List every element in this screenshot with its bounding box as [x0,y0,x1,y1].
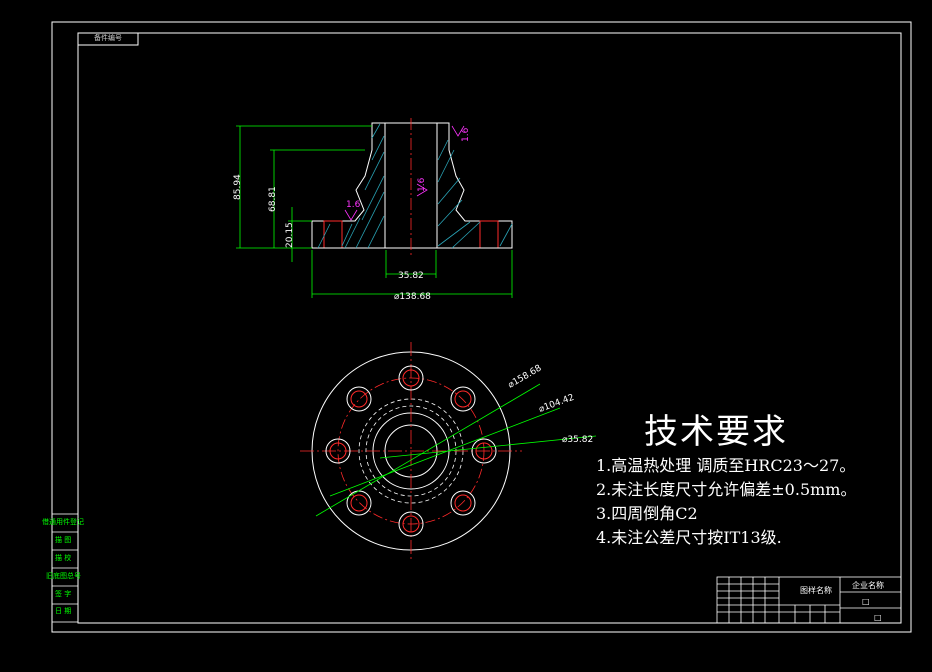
dim-bore: 35.82 [398,271,424,281]
dim-flange-dia: ⌀138.68 [394,292,431,302]
side-row-5: 签 字 [55,589,71,598]
dim-height-total: 85.94 [233,174,243,200]
cad-drawing-canvas: 85.94 68.81 20.15 35.82 ⌀138.68 1.6 1.6 … [42,21,912,633]
top-dim-mid: ⌀104.42 [538,393,576,415]
title-drawing-label: 图样名称 [800,585,832,595]
top-dim-outer: ⌀158.68 [507,363,544,390]
tech-requirement-1: 1.高温热处理 调质至HRC23～27。 [596,456,856,475]
dimension-texts: 85.94 68.81 20.15 35.82 ⌀138.68 [233,174,431,302]
top-view-dim-texts: ⌀158.68 ⌀104.42 ⌀35.82 [507,363,594,445]
side-row-3: 描 校 [55,553,71,562]
side-row-6: 日 期 [55,607,71,615]
tech-requirement-3: 3.四周倒角C2 [596,504,698,523]
tech-requirement-4: 4.未注公差尺寸按IT13级. [596,528,782,547]
corner-tab-label: 备件编号 [94,34,122,42]
title-company: 企业名称 [852,580,884,590]
section-bolt-hole-left [323,220,343,249]
title-block-texts: 图样名称 企业名称 □ □ [800,580,884,622]
side-table [51,513,79,623]
side-row-1: 借通用件登记 [42,517,84,526]
tech-requirement-2: 2.未注长度尺寸允许偏差±0.5mm。 [596,480,857,499]
section-hatching [317,123,513,249]
roughness-top: 1.6 [461,127,471,142]
title-box-2: □ [874,613,882,622]
roughness-texts: 1.6 1.6 1.6 [346,127,471,210]
top-view [300,342,597,562]
section-right-hatch-area [436,122,513,249]
section-view [311,122,513,249]
dim-height-flange: 20.15 [285,222,295,248]
title-box-1: □ [862,597,870,606]
section-left-hatch-area [311,122,386,249]
tech-requirements: 技术要求 1.高温热处理 调质至HRC23～27。 2.未注长度尺寸允许偏差±0… [596,410,856,550]
dim-height-mid: 68.81 [268,186,278,212]
top-dim-bore: ⌀35.82 [562,435,593,445]
roughness-left: 1.6 [346,200,361,210]
section-bolt-hole-right [479,220,499,249]
side-row-2: 描 图 [55,535,71,544]
side-row-4: 旧底图总号 [46,571,81,580]
roughness-bore: 1.6 [417,177,427,192]
tech-requirements-title: 技术要求 [644,412,788,452]
